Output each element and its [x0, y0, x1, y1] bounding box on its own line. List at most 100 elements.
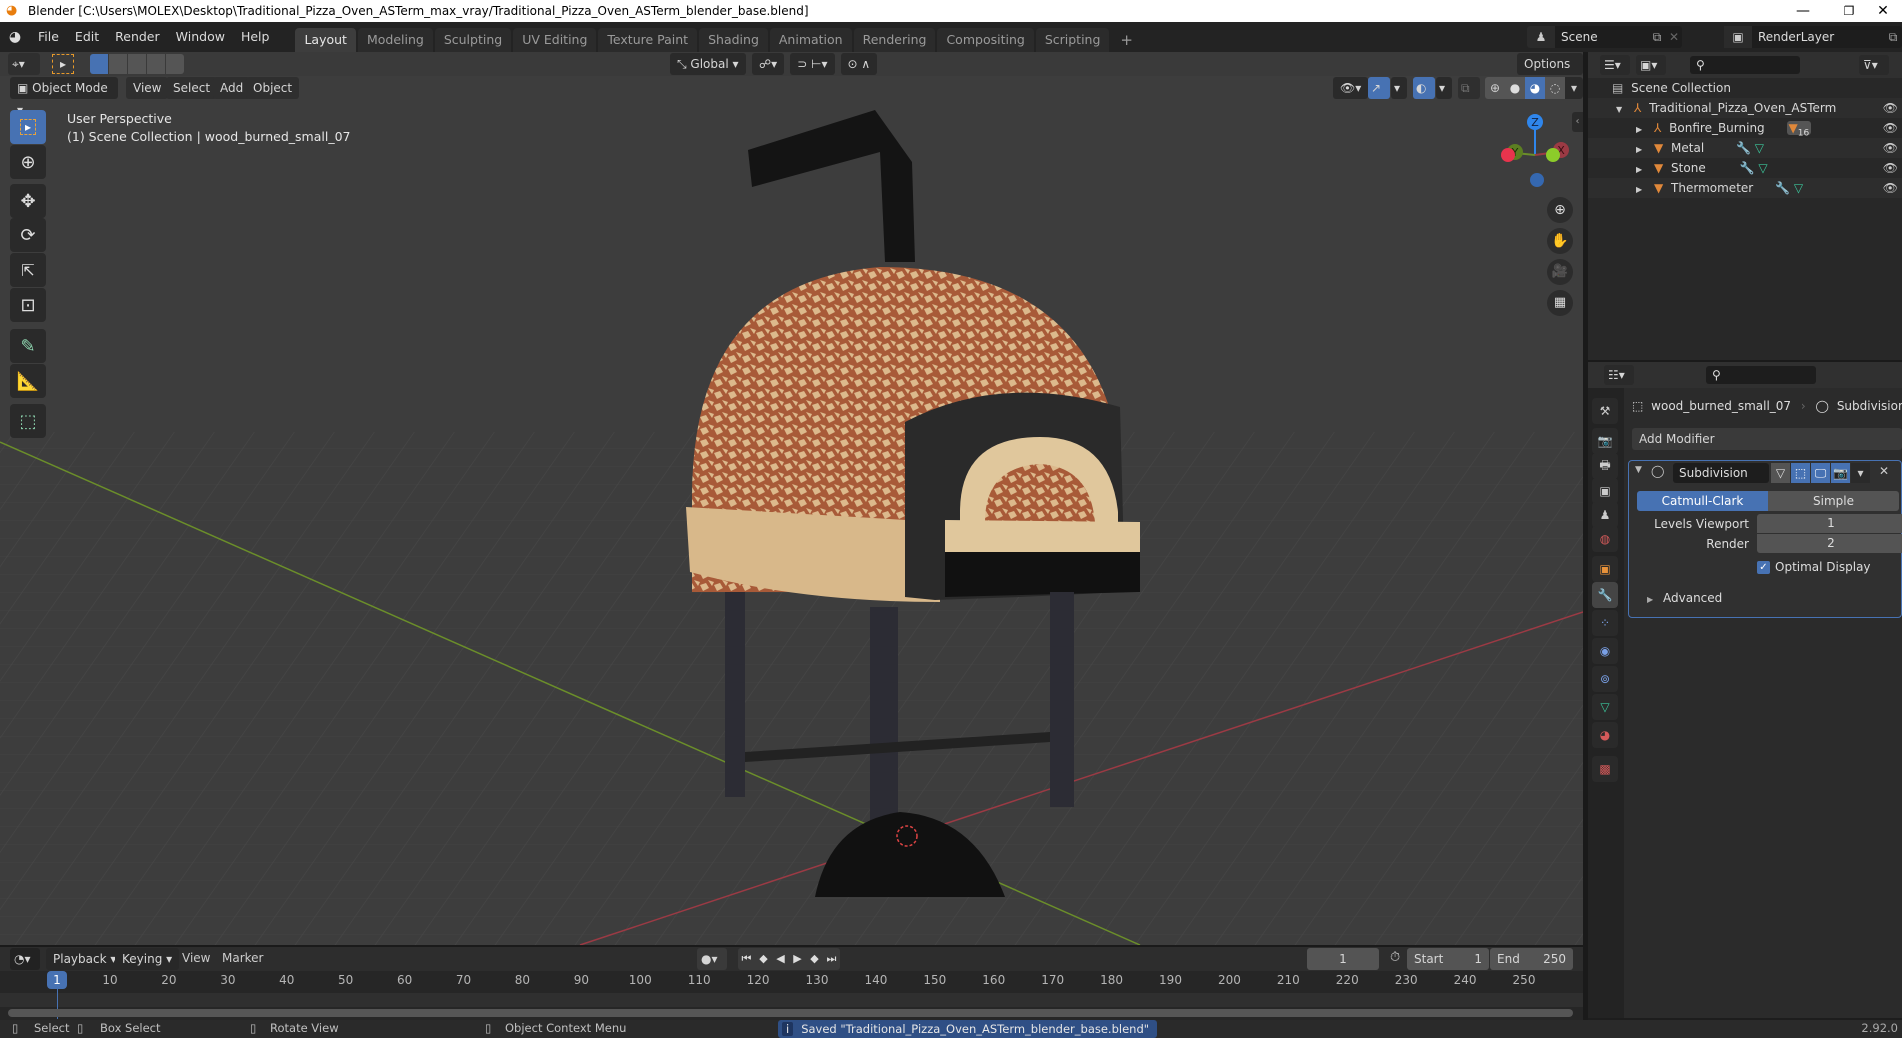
edit-mode-toggle-icon[interactable]: ▽: [1771, 463, 1790, 483]
tab-texture[interactable]: ▩: [1592, 756, 1618, 782]
timeline-marker-menu[interactable]: Marker: [222, 951, 263, 965]
timeline-track[interactable]: 10 20 30 40 50 60 70 80 90 100 110 120 130 140 150 160 1…: [0, 971, 1583, 1020]
gizmo-dropdown[interactable]: ▾: [1391, 77, 1407, 99]
select-tool-icon[interactable]: ▸: [52, 54, 74, 74]
render-levels-field[interactable]: 2: [1757, 534, 1902, 553]
mode-extend-icon[interactable]: [109, 54, 127, 74]
tool-scale[interactable]: ⇱: [10, 253, 46, 287]
rendered-shading-icon[interactable]: ◌: [1545, 77, 1565, 99]
wireframe-shading-icon[interactable]: ⊕: [1485, 77, 1505, 99]
jump-start-icon[interactable]: ⏮: [738, 948, 755, 970]
tab-render[interactable]: 📷: [1592, 428, 1618, 454]
area-divider-vertical[interactable]: [1583, 52, 1588, 1020]
outliner-scene-collection[interactable]: ▤ Scene Collection: [1588, 78, 1902, 98]
outliner-item[interactable]: ▶ ▼ Thermometer 🔧 ▽ 👁: [1588, 178, 1902, 198]
levels-viewport-field[interactable]: 1: [1757, 514, 1902, 533]
visibility-dropdown[interactable]: 👁▾: [1333, 77, 1369, 99]
visibility-eye-icon[interactable]: 👁: [1883, 178, 1898, 198]
stopwatch-icon[interactable]: ⏱: [1390, 950, 1400, 965]
menu-window[interactable]: Window: [168, 22, 233, 52]
menu-edit[interactable]: Edit: [67, 22, 107, 52]
end-frame-field[interactable]: End 250: [1490, 948, 1573, 970]
tab-layout[interactable]: Layout: [295, 28, 356, 52]
outliner-search-input[interactable]: ⚲: [1690, 56, 1800, 74]
outliner-editor-icon[interactable]: ☰▾: [1600, 55, 1630, 75]
play-reverse-icon[interactable]: ◀: [772, 948, 789, 970]
jump-end-icon[interactable]: ⏭: [823, 948, 840, 970]
tool-add-cube[interactable]: ⬚: [10, 404, 46, 438]
current-frame-field[interactable]: 1: [1307, 948, 1379, 970]
expand-arrow-icon[interactable]: ▶: [1636, 125, 1642, 134]
neg-x-axis-icon[interactable]: [1546, 148, 1560, 162]
outliner-item[interactable]: ▶ ⅄ Bonfire_Burning ▼16 👁: [1588, 118, 1902, 138]
overlay-dropdown[interactable]: ▾: [1436, 77, 1452, 99]
options-dropdown[interactable]: Options ▾: [1517, 53, 1583, 93]
zoom-view-icon[interactable]: ⊕: [1547, 197, 1573, 223]
remove-modifier-icon[interactable]: ✕: [1879, 464, 1889, 478]
tool-select-box[interactable]: ▸: [10, 110, 46, 144]
tab-world[interactable]: ◍: [1592, 526, 1618, 552]
expand-arrow-icon[interactable]: ▼: [1616, 105, 1622, 114]
tool-annotate[interactable]: ✎: [10, 329, 46, 363]
material-preview-shading-icon[interactable]: ◕: [1525, 77, 1545, 99]
tab-data[interactable]: ▽: [1592, 694, 1618, 720]
collapse-arrow-icon[interactable]: ▼: [1635, 465, 1642, 475]
mode-subtract-icon[interactable]: [128, 54, 146, 74]
transform-orientation-dropdown[interactable]: ⤡ Global ▾: [670, 53, 746, 75]
timeline-view-menu[interactable]: View: [182, 951, 210, 965]
menu-file[interactable]: File: [30, 22, 67, 52]
pivot-point-dropdown[interactable]: ☍▾: [752, 53, 785, 75]
new-view-layer-icon[interactable]: ⧉: [1884, 30, 1902, 45]
properties-editor-icon[interactable]: ☷▾: [1604, 365, 1634, 385]
display-mode-dropdown[interactable]: ▣▾: [1636, 55, 1666, 75]
tool-measure[interactable]: 📐: [10, 364, 46, 398]
close-button[interactable]: ✕: [1860, 0, 1902, 22]
mode-invert-icon[interactable]: [147, 54, 165, 74]
tab-modeling[interactable]: Modeling: [357, 28, 433, 52]
tab-view-layer[interactable]: ▣: [1592, 478, 1618, 504]
mesh-data-icon[interactable]: ▽: [1758, 161, 1767, 175]
xray-toggle-icon[interactable]: ⧉: [1458, 77, 1480, 99]
sidebar-toggle-icon[interactable]: ‹: [1572, 112, 1583, 132]
mesh-children-icon[interactable]: ▼16: [1786, 121, 1812, 138]
area-divider-timeline[interactable]: [0, 945, 1583, 947]
simple-option[interactable]: Simple: [1768, 491, 1899, 511]
gizmo-toggle-icon[interactable]: ↗: [1368, 77, 1390, 99]
modifier-name-input[interactable]: Subdivision: [1673, 463, 1769, 483]
mode-dropdown[interactable]: ▣ Object Mode ▾: [10, 77, 118, 117]
start-frame-field[interactable]: Start 1: [1407, 948, 1489, 970]
visibility-eye-icon[interactable]: 👁: [1883, 118, 1898, 138]
keying-menu[interactable]: Keying ▾: [115, 948, 180, 970]
snap-dropdown[interactable]: ⊃ ⊢▾: [790, 53, 835, 75]
overlay-toggle-icon[interactable]: ◐: [1413, 77, 1435, 99]
advanced-subpanel[interactable]: Advanced: [1663, 591, 1722, 605]
tab-compositing[interactable]: Compositing: [937, 28, 1034, 52]
area-divider-horizontal[interactable]: [1588, 360, 1902, 362]
catmull-clark-option[interactable]: Catmull-Clark: [1637, 491, 1768, 511]
add-workspace-button[interactable]: +: [1111, 28, 1142, 52]
scene-selector[interactable]: ♟ Scene ⧉ ✕: [1527, 26, 1682, 48]
view-menu[interactable]: View: [126, 77, 169, 99]
status-report[interactable]: i Saved "Traditional_Pizza_Oven_ASTerm_b…: [778, 1020, 1158, 1038]
pan-hand-icon[interactable]: ✋: [1547, 228, 1573, 254]
neg-y-axis-icon[interactable]: [1501, 148, 1515, 162]
blender-menu-icon[interactable]: ◕: [0, 29, 30, 45]
playhead-frame-label[interactable]: 1: [47, 971, 67, 989]
visibility-eye-icon[interactable]: 👁: [1883, 158, 1898, 178]
cage-toggle-icon[interactable]: ⬚: [1791, 463, 1810, 483]
object-menu[interactable]: Object: [246, 77, 300, 99]
prev-keyframe-icon[interactable]: ◆: [755, 948, 772, 970]
shading-dropdown[interactable]: ▾: [1565, 77, 1583, 99]
menu-help[interactable]: Help: [233, 22, 278, 52]
mode-intersect-icon[interactable]: [166, 54, 184, 74]
tab-physics[interactable]: ◉: [1592, 638, 1618, 664]
tool-cursor[interactable]: ⊕: [10, 145, 46, 179]
optimal-display-checkbox[interactable]: ✓: [1757, 561, 1770, 574]
viewport-display-toggle-icon[interactable]: 🖵: [1811, 463, 1830, 483]
proportional-editing-dropdown[interactable]: ⊙ ∧: [840, 53, 878, 75]
render-toggle-icon[interactable]: 📷: [1831, 463, 1850, 483]
menu-render[interactable]: Render: [107, 22, 168, 52]
scene-name[interactable]: Scene: [1555, 30, 1648, 44]
view-layer-name[interactable]: RenderLayer: [1752, 30, 1884, 44]
tab-rendering[interactable]: Rendering: [853, 28, 936, 52]
